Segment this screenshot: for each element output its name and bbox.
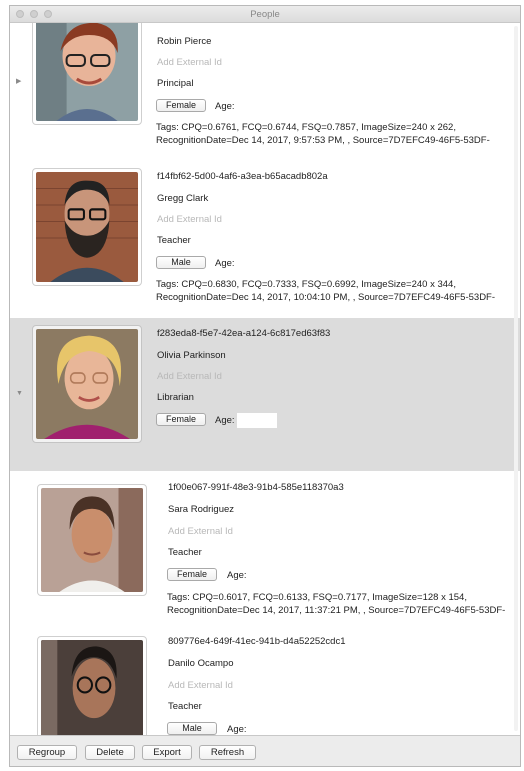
gender-button[interactable]: Male bbox=[167, 722, 217, 735]
person-role[interactable]: Librarian bbox=[157, 392, 194, 403]
photo-image bbox=[36, 329, 138, 439]
list-item[interactable]: 1f00e067-991f-48e3-91b4-585e118370a3 Sar… bbox=[10, 471, 520, 626]
regroup-button[interactable]: Regroup bbox=[17, 745, 77, 760]
person-role[interactable]: Teacher bbox=[168, 701, 202, 712]
external-id-field[interactable]: Add External Id bbox=[168, 526, 233, 537]
person-id: f283eda8-f5e7-42ea-a124-6c817ed63f83 bbox=[157, 328, 331, 339]
tags-line-2: RecognitionDate=Dec 14, 2017, 9:57:53 PM… bbox=[156, 135, 490, 146]
photo-image bbox=[36, 172, 138, 282]
title-bar: People bbox=[10, 6, 520, 23]
tags-line-1: Tags: CPQ=0.6830, FCQ=0.7333, FSQ=0.6992… bbox=[156, 279, 456, 290]
list-item[interactable]: ▶ Robin Pierce Add External Id Principal… bbox=[10, 23, 520, 168]
tags-text: Tags: CPQ=0.6761, FCQ=0.6744, FSQ=0.7857… bbox=[156, 121, 490, 147]
age-label: Age: bbox=[227, 724, 247, 735]
photo-image bbox=[36, 23, 138, 121]
gender-button[interactable]: Male bbox=[156, 256, 206, 269]
gender-button[interactable]: Female bbox=[156, 413, 206, 426]
person-name: Sara Rodriguez bbox=[168, 504, 235, 515]
age-label: Age: bbox=[215, 415, 235, 426]
people-window: People ▶ Robin Pierce Add External Id Pr… bbox=[9, 5, 521, 767]
person-role[interactable]: Principal bbox=[157, 78, 193, 89]
list-item-selected[interactable]: ▼ f283eda8-f5e7-42ea-a124-6c817ed63f83 O… bbox=[10, 318, 520, 471]
person-photo bbox=[32, 23, 142, 125]
photo-image bbox=[41, 488, 143, 592]
people-list: ▶ Robin Pierce Add External Id Principal… bbox=[10, 23, 520, 735]
person-id: 1f00e067-991f-48e3-91b4-585e118370a3 bbox=[168, 482, 344, 493]
age-input[interactable] bbox=[237, 413, 277, 428]
tags-line-1: Tags: CPQ=0.6761, FCQ=0.6744, FSQ=0.7857… bbox=[156, 122, 456, 133]
external-id-field[interactable]: Add External Id bbox=[157, 214, 222, 225]
disclosure-right-icon[interactable]: ▶ bbox=[16, 77, 21, 85]
person-role[interactable]: Teacher bbox=[157, 235, 191, 246]
tags-line-2: RecognitionDate=Dec 14, 2017, 11:37:21 P… bbox=[167, 605, 506, 616]
person-photo bbox=[37, 636, 147, 735]
person-name: Robin Pierce bbox=[157, 36, 212, 47]
list-item[interactable]: f14fbf62-5d00-4af6-a3ea-b65acadb802a Gre… bbox=[10, 168, 520, 318]
age-label: Age: bbox=[215, 258, 235, 269]
external-id-field[interactable]: Add External Id bbox=[157, 57, 222, 68]
person-name: Gregg Clark bbox=[157, 193, 209, 204]
photo-image bbox=[41, 640, 143, 735]
person-photo bbox=[37, 484, 147, 596]
tags-line-2: RecognitionDate=Dec 14, 2017, 10:04:10 P… bbox=[156, 292, 496, 303]
age-label: Age: bbox=[227, 570, 247, 581]
disclosure-down-icon[interactable]: ▼ bbox=[16, 390, 23, 397]
person-name: Olivia Parkinson bbox=[157, 350, 226, 361]
gender-button[interactable]: Female bbox=[167, 568, 217, 581]
vertical-scrollbar[interactable] bbox=[513, 26, 519, 731]
external-id-field[interactable]: Add External Id bbox=[168, 680, 233, 691]
gender-button[interactable]: Female bbox=[156, 99, 206, 112]
export-button[interactable]: Export bbox=[142, 745, 192, 760]
external-id-field[interactable]: Add External Id bbox=[157, 371, 222, 382]
list-item[interactable]: 809776e4-649f-41ec-941b-d4a52252cdc1 Dan… bbox=[10, 626, 520, 735]
age-label: Age: bbox=[215, 101, 235, 112]
tags-text: Tags: CPQ=0.6017, FCQ=0.6133, FSQ=0.7177… bbox=[167, 591, 505, 617]
window-title: People bbox=[250, 9, 280, 20]
person-role[interactable]: Teacher bbox=[168, 547, 202, 558]
delete-button[interactable]: Delete bbox=[85, 745, 135, 760]
person-id: f14fbf62-5d00-4af6-a3ea-b65acadb802a bbox=[157, 171, 328, 182]
person-name: Danilo Ocampo bbox=[168, 658, 234, 669]
person-photo bbox=[32, 325, 142, 443]
person-photo bbox=[32, 168, 142, 286]
tags-line-1: Tags: CPQ=0.6017, FCQ=0.6133, FSQ=0.7177… bbox=[167, 592, 467, 603]
tags-text: Tags: CPQ=0.6830, FCQ=0.7333, FSQ=0.6992… bbox=[156, 278, 495, 304]
refresh-button[interactable]: Refresh bbox=[199, 745, 256, 760]
person-id: 809776e4-649f-41ec-941b-d4a52252cdc1 bbox=[168, 636, 346, 647]
footer-toolbar: Regroup Delete Export Refresh bbox=[10, 735, 520, 766]
